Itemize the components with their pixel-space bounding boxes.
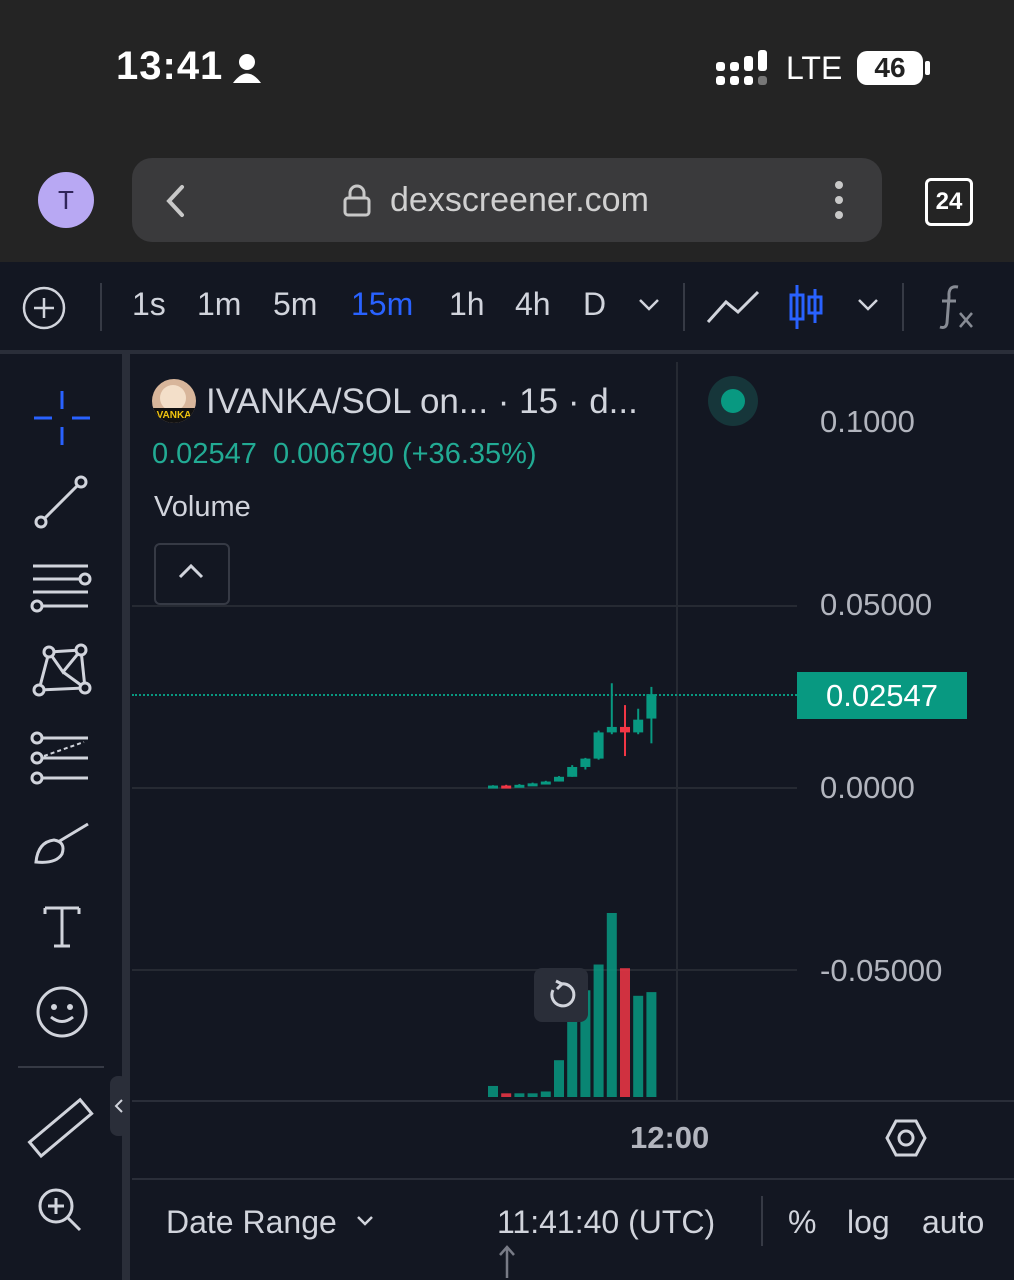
arrow-up-icon: [499, 1245, 515, 1278]
legend-change: 0.006790 (+36.35%): [272, 438, 537, 470]
token-avatar: VANKA: [152, 379, 196, 423]
candle-body: [580, 758, 591, 767]
price-label: -0.05000: [820, 953, 943, 988]
volume-bar: [633, 995, 644, 1097]
candle-body: [567, 766, 578, 777]
candle-body: [620, 726, 630, 733]
legend-values: 0.02547 0.006790 (+36.35%): [152, 438, 537, 471]
last-price-label: 0.02547: [797, 672, 967, 719]
volume-bar: [527, 1093, 538, 1097]
price-label: 0.05000: [820, 587, 933, 622]
candle-body: [540, 781, 551, 785]
candle-body: [501, 785, 512, 789]
chevron-up-icon[interactable]: [178, 563, 204, 579]
reset-icon[interactable]: [546, 979, 576, 1010]
market-status-indicator: [708, 376, 758, 426]
volume-bar: [593, 964, 604, 1097]
candle-body: [527, 783, 538, 787]
volume-bar: [488, 1085, 498, 1097]
candle-body: [606, 726, 617, 733]
candlestick-series: [488, 683, 657, 1097]
time-axis-label: 12:00: [630, 1120, 710, 1155]
utc-time[interactable]: 11:41:40 (UTC): [497, 1204, 715, 1241]
auto-toggle[interactable]: auto: [922, 1204, 984, 1241]
time-axis: [132, 1100, 1014, 1180]
candle-body: [633, 719, 644, 733]
volume-bar: [540, 1091, 551, 1097]
volume-bar: [554, 1060, 564, 1097]
symbol-title[interactable]: IVANKA/SOL on... · 15 · d...: [206, 382, 638, 422]
volume-bar: [606, 913, 617, 1097]
date-range-button[interactable]: Date Range: [166, 1204, 337, 1241]
volume-bar: [646, 992, 657, 1097]
legend-price: 0.02547: [152, 438, 257, 470]
candle-body: [554, 776, 564, 782]
log-toggle[interactable]: log: [847, 1204, 890, 1241]
volume-bar: [501, 1093, 512, 1097]
candle-body: [593, 732, 604, 759]
price-label: 0.1000: [820, 404, 915, 439]
token-avatar-label: VANKA: [152, 408, 196, 423]
price-label: 0.0000: [820, 770, 915, 805]
candle-body: [646, 694, 657, 719]
volume-bar: [514, 1093, 525, 1097]
volume-bar: [620, 968, 630, 1097]
percent-toggle[interactable]: %: [788, 1204, 816, 1241]
volume-bar: [567, 1014, 578, 1097]
chart-settings-icon[interactable]: [885, 1118, 927, 1158]
candle-body: [514, 784, 525, 788]
volume-label: Volume: [154, 491, 251, 523]
toolbar-divider: [761, 1196, 763, 1246]
chevron-down-icon[interactable]: [356, 1215, 374, 1227]
candle-body: [488, 785, 498, 789]
